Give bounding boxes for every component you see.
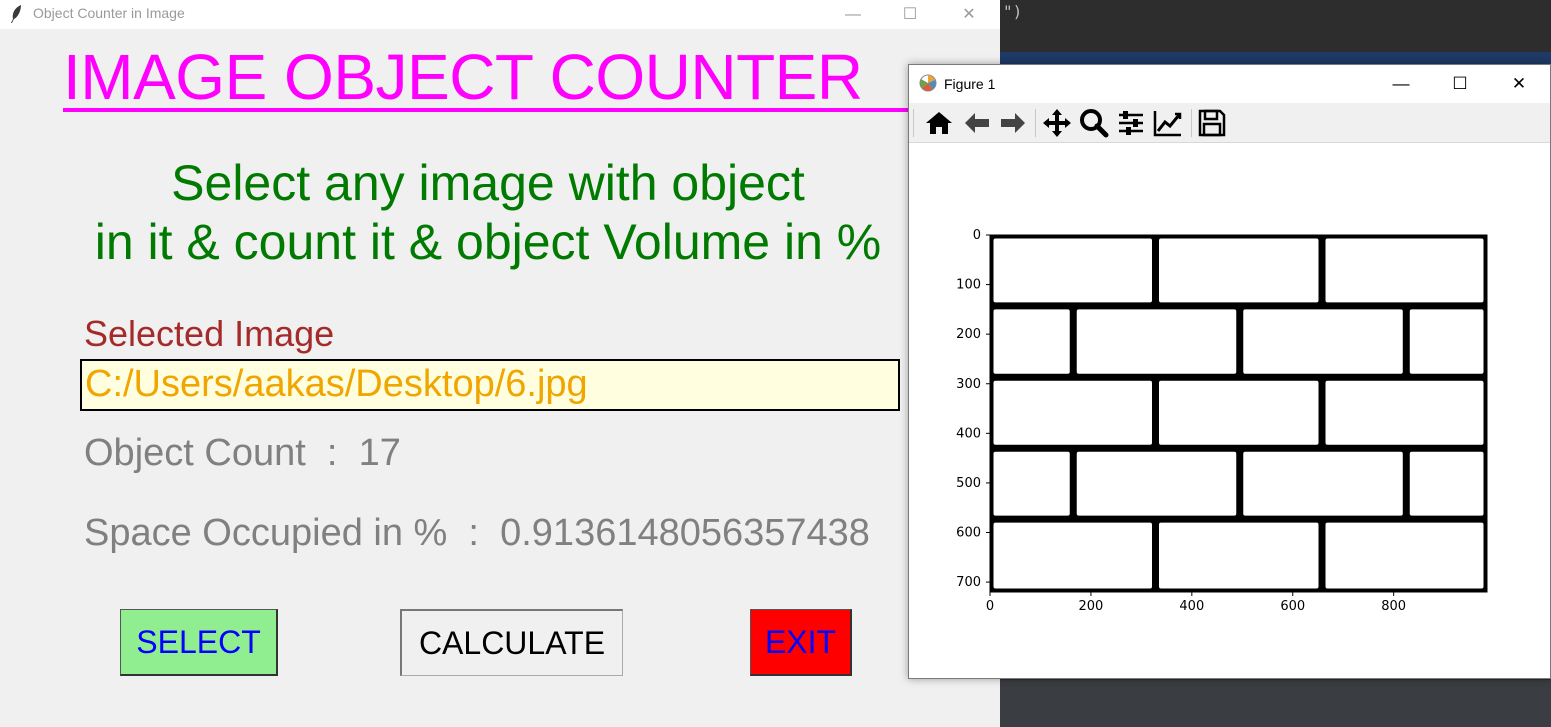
select-button[interactable]: SELECT: [120, 609, 278, 676]
brick-object: [1076, 451, 1237, 516]
brick-object: [1158, 238, 1319, 303]
zoom-icon[interactable]: [1078, 107, 1110, 139]
object-count-row: Object Count : 17: [84, 432, 401, 475]
x-tick-label: 400: [1179, 599, 1204, 614]
brick-object: [993, 238, 1152, 303]
subplots-config-icon[interactable]: [1115, 107, 1147, 139]
title-underline: [63, 108, 908, 112]
toolbar-grip: [913, 109, 914, 137]
figure-title: Figure 1: [944, 76, 996, 92]
page-title: IMAGE OBJECT COUNTER: [63, 41, 863, 113]
y-tick-label: 500: [956, 476, 981, 491]
window-titlebar[interactable]: Object Counter in Image — ☐ ✕: [0, 0, 1000, 29]
brick-object: [993, 380, 1152, 445]
brick-object: [1158, 380, 1319, 445]
matplotlib-logo-icon: [919, 74, 937, 92]
brick-object: [1243, 451, 1403, 516]
pan-icon[interactable]: [1041, 107, 1073, 139]
brick-object: [1243, 309, 1403, 374]
home-icon[interactable]: [923, 107, 955, 139]
space-occupied-label: Space Occupied in % :: [84, 512, 501, 554]
brick-object: [1409, 451, 1484, 516]
window-title: Object Counter in Image: [33, 5, 185, 21]
brick-object: [1325, 522, 1484, 589]
subtitle-line-2: in it & count it & object Volume in %: [94, 214, 882, 270]
figure-minimize-button[interactable]: —: [1372, 65, 1430, 103]
y-tick-label: 100: [956, 278, 981, 293]
brick-object: [1325, 238, 1484, 303]
calculate-button[interactable]: CALCULATE: [400, 609, 623, 676]
editor-bottom-panel: [1000, 680, 1551, 727]
maximize-button[interactable]: ☐: [887, 0, 933, 29]
y-tick-label: 700: [956, 575, 981, 590]
object-count-label: Object Count :: [84, 432, 359, 474]
space-occupied-value: 0.9136148056357438: [500, 512, 870, 554]
space-occupied-row: Space Occupied in % : 0.9136148056357438: [84, 512, 870, 555]
figure-maximize-button[interactable]: ☐: [1431, 65, 1489, 103]
toolbar-separator: [1035, 109, 1036, 137]
brick-object: [1158, 522, 1319, 589]
brick-object: [993, 522, 1152, 589]
edit-axis-icon[interactable]: [1152, 107, 1184, 139]
figure-window: Figure 1 — ☐ ✕ 0 200 400 600 800 0 100 2…: [908, 64, 1551, 679]
figure-toolbar: [909, 103, 1550, 143]
y-tick-label: 0: [973, 228, 981, 243]
y-tick-label: 300: [956, 377, 981, 392]
editor-code-text: "): [1003, 2, 1023, 21]
selected-path-value: C:/Users/aakas/Desktop/6.jpg: [85, 363, 588, 405]
y-tick-label: 200: [956, 327, 981, 342]
x-tick-label: 0: [986, 599, 994, 614]
figure-close-button[interactable]: ✕: [1490, 65, 1548, 103]
brick-object: [1409, 309, 1484, 374]
back-arrow-icon[interactable]: [961, 107, 993, 139]
minimize-button[interactable]: —: [830, 0, 876, 29]
toolbar-separator: [1191, 109, 1192, 137]
brick-object: [1325, 380, 1484, 445]
figure-titlebar[interactable]: Figure 1 — ☐ ✕: [909, 65, 1550, 103]
image-plot[interactable]: 0 200 400 600 800 0 100 200 300 400 500 600 700: [909, 143, 1550, 678]
subtitle-line-1: Select any image with object: [171, 155, 805, 211]
exit-button[interactable]: EXIT: [750, 609, 852, 676]
close-button[interactable]: ✕: [946, 0, 992, 29]
selected-image-label: Selected Image: [84, 313, 335, 354]
object-counter-window: Object Counter in Image — ☐ ✕ IMAGE OBJE…: [0, 0, 1000, 727]
y-tick-label: 400: [956, 426, 981, 441]
object-count-value: 17: [358, 432, 401, 474]
brick-object: [993, 451, 1070, 516]
selected-path-field[interactable]: C:/Users/aakas/Desktop/6.jpg: [80, 359, 900, 411]
feather-icon: [9, 4, 23, 29]
brick-object: [993, 309, 1070, 374]
x-tick-label: 600: [1280, 599, 1305, 614]
forward-arrow-icon[interactable]: [997, 107, 1029, 139]
figure-canvas[interactable]: 0 200 400 600 800 0 100 200 300 400 500 600 700: [909, 143, 1550, 678]
x-tick-label: 200: [1078, 599, 1103, 614]
brick-object: [1076, 309, 1237, 374]
x-tick-label: 800: [1381, 599, 1406, 614]
y-tick-label: 600: [956, 526, 981, 541]
save-icon[interactable]: [1196, 107, 1228, 139]
